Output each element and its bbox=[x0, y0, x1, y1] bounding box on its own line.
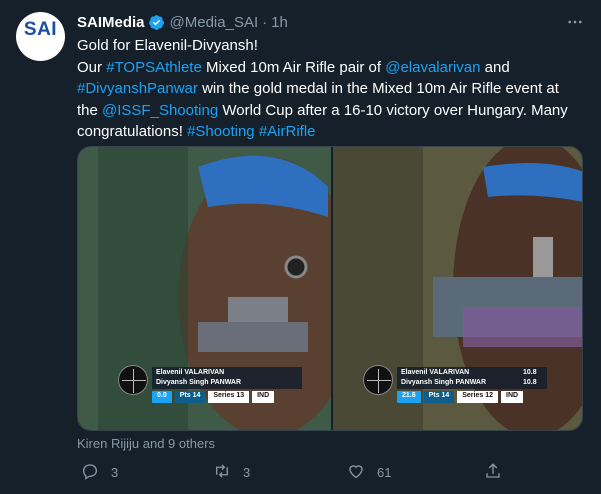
tweet-text-segment: World Cup after a 16-10 victory over Hun… bbox=[218, 101, 568, 119]
tweet-text-segment: Mixed 10m Air Rifle pair of bbox=[201, 58, 386, 76]
like-button[interactable]: 61 bbox=[347, 462, 391, 482]
tweet-actions: 3 3 61 bbox=[77, 462, 517, 482]
hashtag-link[interactable]: #TOPSAthlete bbox=[106, 59, 202, 76]
score-value: 0.0 bbox=[152, 391, 172, 403]
share-icon bbox=[484, 462, 502, 483]
like-count: 61 bbox=[377, 464, 392, 480]
shot-value-2: 10.8 bbox=[523, 379, 537, 386]
tweet-text-line: Gold for Elavenil-Divyansh! bbox=[77, 35, 577, 57]
retweet-button[interactable]: 3 bbox=[213, 462, 250, 482]
separator-dot: · bbox=[262, 13, 268, 31]
shooter-name-1: Elavenil VALARIVAN bbox=[401, 369, 470, 376]
heart-icon bbox=[347, 462, 365, 483]
target-icon bbox=[363, 365, 393, 395]
author-handle[interactable]: @Media_SAI bbox=[170, 14, 259, 31]
mention-link[interactable]: @ISSF_Shooting bbox=[102, 102, 218, 119]
tweet[interactable]: SAI SAIMedia @Media_SAI · 1h Gold for El… bbox=[0, 0, 601, 494]
tweet-text-line: congratulations! #Shooting #AirRifle bbox=[77, 121, 577, 143]
tweet-media[interactable]: Elavenil VALARIVAN Divyansh Singh PANWAR… bbox=[77, 146, 583, 431]
avatar-logo-text: SAI bbox=[23, 19, 58, 40]
shooter-name-2: Divyansh Singh PANWAR bbox=[401, 379, 487, 386]
photo-right[interactable]: Elavenil VALARIVAN Divyansh Singh PANWAR… bbox=[333, 147, 582, 430]
more-dots-icon[interactable] bbox=[565, 12, 585, 32]
tweet-header: SAIMedia @Media_SAI · 1h bbox=[77, 12, 288, 32]
tweet-text-segment: congratulations! bbox=[77, 123, 188, 140]
target-icon bbox=[118, 365, 148, 395]
share-button[interactable] bbox=[484, 462, 502, 482]
tweet-text-segment: win the gold medal in the Mixed 10m Air … bbox=[197, 80, 559, 97]
tweet-text-segment: Our bbox=[77, 58, 107, 76]
tweet-text-line: the @ISSF_Shooting World Cup after a 16-… bbox=[77, 100, 577, 122]
author-name[interactable]: SAIMedia bbox=[77, 14, 145, 31]
tweet-text: Gold for Elavenil-Divyansh! Our #TOPSAthl… bbox=[77, 35, 577, 143]
series-value: Series 13 bbox=[208, 391, 250, 403]
avatar[interactable]: SAI bbox=[16, 12, 65, 61]
score-overlay-left: Elavenil VALARIVAN Divyansh Singh PANWAR… bbox=[118, 365, 328, 403]
shot-value-1: 10.8 bbox=[523, 369, 537, 376]
points-value: Pts 14 bbox=[174, 391, 206, 403]
score-value: 21.6 bbox=[397, 391, 421, 403]
shot-values: 10.8 10.8 bbox=[523, 368, 537, 388]
series-value: Series 12 bbox=[457, 391, 498, 403]
tweet-text-segment: and bbox=[480, 58, 510, 76]
verified-badge-icon bbox=[148, 14, 165, 31]
tweet-text-line: Our #TOPSAthlete Mixed 10m Air Rifle pai… bbox=[77, 57, 577, 79]
mention-link[interactable]: @elavalarivan bbox=[385, 59, 480, 76]
shooter-name-1: Elavenil VALARIVAN bbox=[156, 369, 225, 376]
tweet-time[interactable]: 1h bbox=[271, 14, 288, 31]
score-row-right: 21.6 Pts 14 Series 12 IND bbox=[397, 391, 524, 403]
reply-button[interactable]: 3 bbox=[81, 462, 118, 482]
score-overlay-right: Elavenil VALARIVAN Divyansh Singh PANWAR… bbox=[363, 365, 573, 403]
tweet-text-segment: the bbox=[77, 101, 103, 119]
tweet-text-line: #DivyanshPanwar win the gold medal in th… bbox=[77, 78, 577, 100]
hashtag-link[interactable]: #Shooting bbox=[187, 123, 255, 140]
liked-by[interactable]: Kiren Rijiju and 9 others bbox=[77, 436, 215, 451]
hashtag-link[interactable]: #AirRifle bbox=[259, 123, 316, 140]
tweet-text-segment: Gold for Elavenil-Divyansh! bbox=[77, 37, 258, 54]
shooter-name-2: Divyansh Singh PANWAR bbox=[156, 379, 242, 386]
retweet-count: 3 bbox=[243, 464, 251, 480]
retweet-icon bbox=[213, 462, 231, 483]
photo-left[interactable]: Elavenil VALARIVAN Divyansh Singh PANWAR… bbox=[78, 147, 331, 430]
reply-icon bbox=[81, 462, 99, 483]
shooter-names-left: Elavenil VALARIVAN Divyansh Singh PANWAR bbox=[152, 367, 302, 389]
points-value: Pts 14 bbox=[423, 391, 455, 403]
country-code: IND bbox=[501, 391, 524, 403]
reply-count: 3 bbox=[111, 464, 119, 480]
score-row-left: 0.0 Pts 14 Series 13 IND bbox=[152, 391, 275, 403]
country-code: IND bbox=[252, 391, 275, 403]
hashtag-link[interactable]: #DivyanshPanwar bbox=[77, 80, 198, 97]
